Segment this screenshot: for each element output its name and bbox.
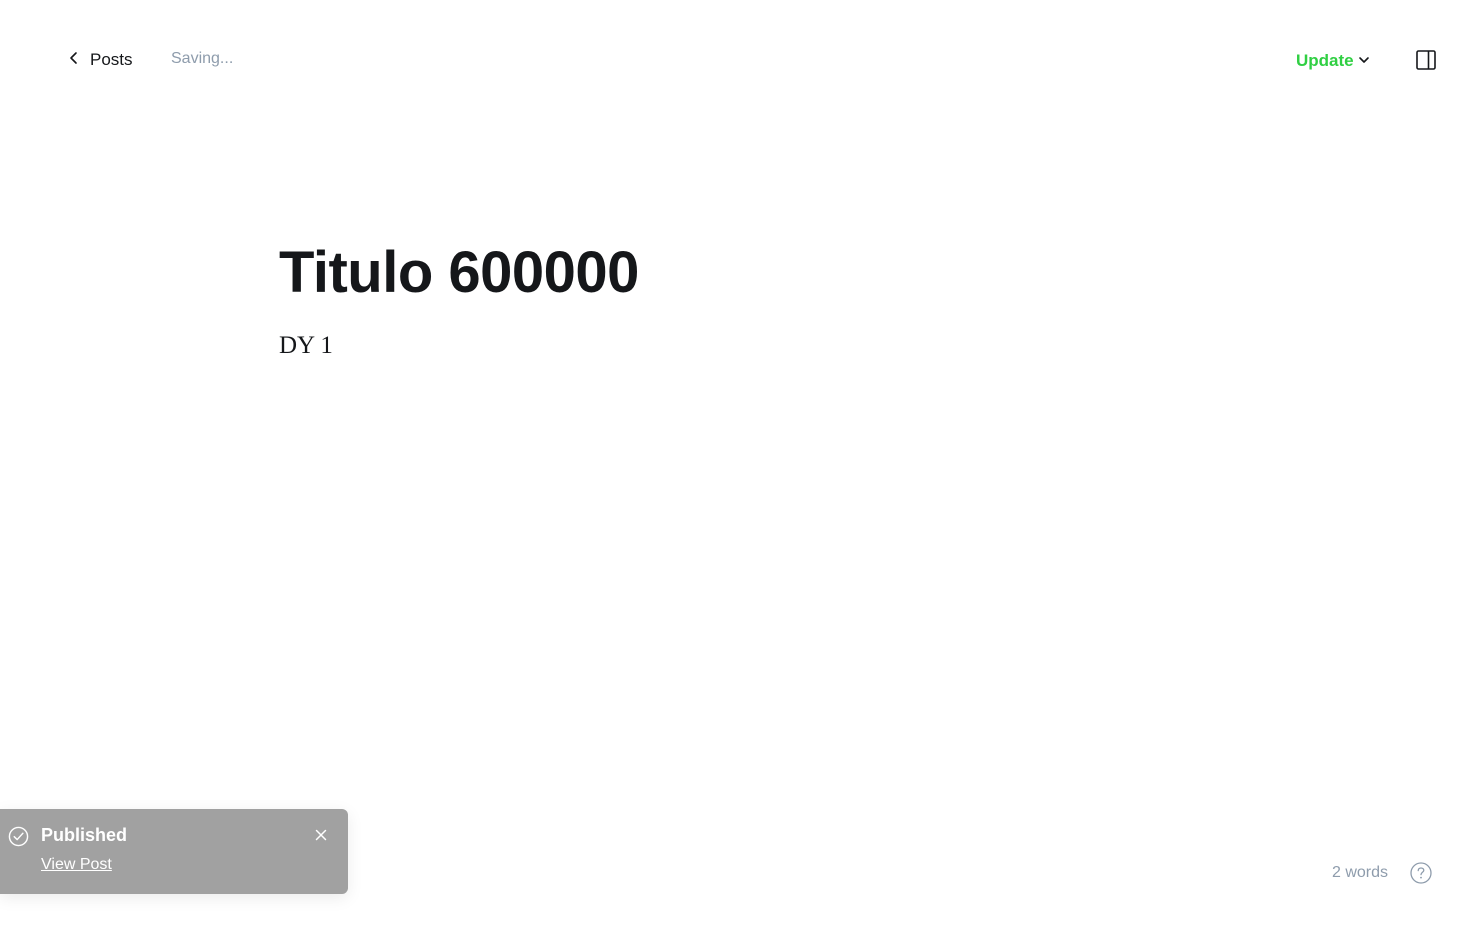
- back-to-posts-link[interactable]: Posts: [66, 47, 133, 73]
- sidebar-panel-icon: [1414, 50, 1438, 76]
- update-button[interactable]: Update: [1296, 50, 1370, 71]
- sidebar-toggle-button[interactable]: [1414, 48, 1438, 72]
- chevron-down-icon: [1358, 50, 1370, 71]
- question-circle-icon: [1410, 862, 1432, 888]
- check-circle-icon: [8, 826, 29, 847]
- view-post-link[interactable]: View Post: [41, 856, 112, 874]
- editor-header: Posts Saving... Update: [0, 0, 1483, 120]
- editor-content: Titulo 600000 DY 1: [279, 234, 1179, 360]
- post-body-editor[interactable]: DY 1: [279, 332, 1179, 360]
- save-status: Saving...: [171, 50, 234, 67]
- post-editor: Posts Saving... Update Titulo 600000 DY …: [0, 0, 1483, 931]
- word-count: 2 words: [1332, 864, 1389, 881]
- help-button[interactable]: [1410, 862, 1432, 884]
- toast-title: Published: [41, 825, 128, 845]
- published-toast: Published View Post: [0, 809, 348, 894]
- post-title-input[interactable]: Titulo 600000: [279, 234, 1179, 312]
- back-link-label: Posts: [90, 50, 133, 69]
- update-button-label: Update: [1296, 50, 1354, 70]
- chevron-left-icon: [66, 50, 82, 71]
- close-icon[interactable]: [313, 827, 329, 843]
